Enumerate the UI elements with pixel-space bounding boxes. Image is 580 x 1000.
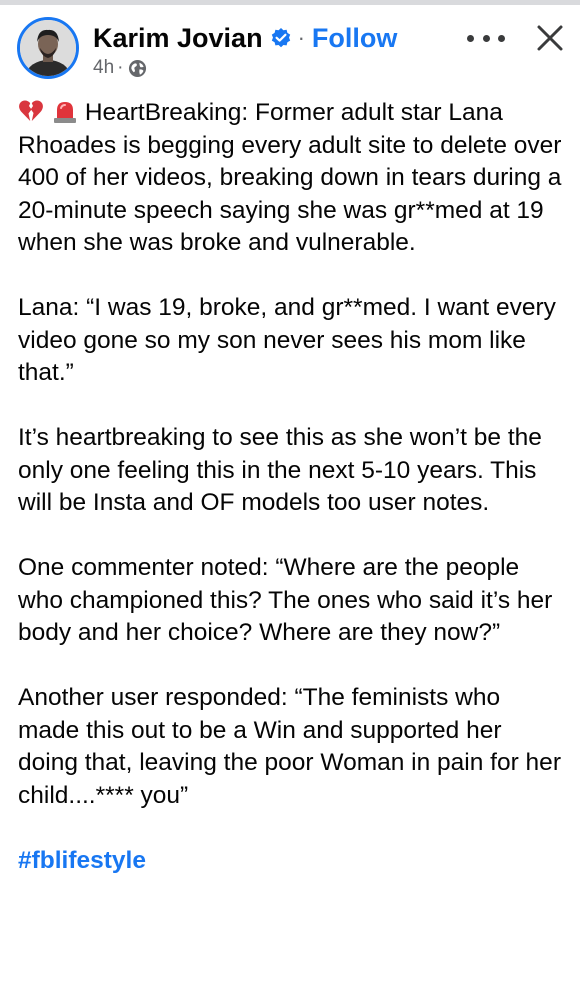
verified-badge-icon (270, 27, 292, 49)
author-name[interactable]: Karim Jovian (93, 23, 263, 54)
police-siren-emoji (52, 99, 78, 123)
post-paragraph-1-text: HeartBreaking: Former adult star Lana Rh… (18, 99, 562, 256)
post-header: Karim Jovian · Follow 4h · (0, 5, 580, 87)
post-paragraph-1: HeartBreaking: Former adult star Lana Rh… (18, 97, 566, 260)
post-paragraph-5: Another user responded: “The feminists w… (18, 684, 561, 809)
avatar[interactable] (17, 17, 79, 79)
post-meta: 4h · (93, 57, 147, 79)
follow-button[interactable]: Follow (312, 23, 397, 54)
meta-separator: · (117, 57, 124, 78)
broken-heart-emoji (18, 99, 44, 123)
post-paragraph-2: Lana: “I was 19, broke, and gr**med. I w… (18, 294, 556, 386)
more-dot (498, 34, 505, 42)
separator: · (297, 25, 305, 50)
post-paragraph-3: It’s heartbreaking to see this as she wo… (18, 424, 542, 516)
more-dot (482, 34, 490, 42)
more-dot (467, 34, 474, 42)
post-time[interactable]: 4h (93, 57, 114, 79)
hashtag-paragraph: #fblifestyle (18, 845, 566, 878)
more-options-icon[interactable] (467, 27, 505, 49)
author-row: Karim Jovian · Follow (93, 21, 397, 55)
globe-icon[interactable] (128, 59, 147, 78)
post-body: HeartBreaking: Former adult star Lana Rh… (18, 97, 566, 877)
hashtag-link[interactable]: #fblifestyle (18, 847, 146, 874)
close-icon[interactable] (533, 21, 567, 55)
post-paragraph-4: One commenter noted: “Where are the peop… (18, 554, 553, 646)
